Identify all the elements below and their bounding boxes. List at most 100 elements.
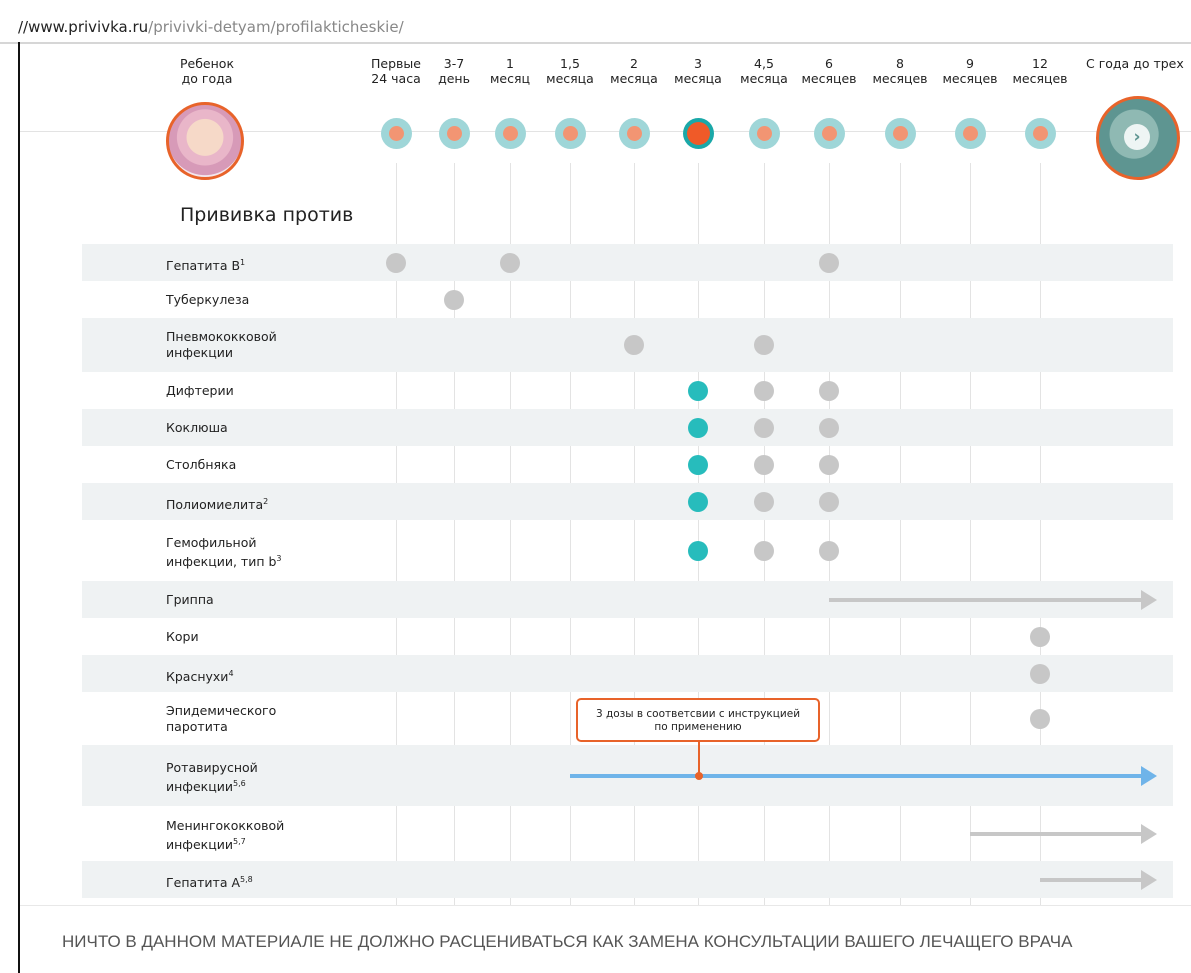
age-column-header[interactable]: 2 месяца (604, 56, 664, 86)
age-column-header[interactable]: 3 месяца (668, 56, 728, 86)
vaccination-dot[interactable] (624, 335, 644, 355)
vaccination-dot[interactable] (754, 540, 774, 561)
age-unit: 24 часа (371, 71, 421, 86)
vaccine-label: Туберкулеза (166, 292, 249, 308)
age-unit: месяцев (872, 71, 928, 86)
chevron-right-icon[interactable]: › (1124, 124, 1150, 150)
age-value: 8 (896, 56, 904, 71)
age-column-header[interactable]: 3-7 день (424, 56, 484, 86)
vaccination-dot[interactable] (386, 252, 406, 273)
age-column-header[interactable]: 12 месяцев (1010, 56, 1070, 86)
age-selector-dot[interactable] (813, 118, 845, 149)
footnote-marker[interactable]: 1 (240, 258, 245, 267)
tooltip-pointer (698, 742, 700, 776)
age-selector-dot[interactable] (494, 118, 526, 149)
age-value: 12 (1032, 56, 1048, 71)
age-selector-dot[interactable] (748, 118, 780, 149)
vaccine-name-text: Полиомиелита (166, 496, 264, 512)
vaccination-dot[interactable] (754, 417, 774, 438)
footer-divider (20, 905, 1191, 906)
age-selector-dot[interactable] (438, 118, 470, 149)
age-value: 3-7 (443, 56, 465, 71)
vaccination-dot[interactable] (819, 491, 839, 512)
vaccination-dot[interactable] (754, 380, 774, 401)
vaccination-dot-current[interactable] (688, 454, 708, 475)
age-value: 9 (966, 56, 974, 71)
vaccination-dot[interactable] (1030, 708, 1050, 729)
arrow-right-icon (1141, 765, 1157, 786)
vaccine-name-text: инфекции (166, 345, 233, 360)
vaccine-name-text: Дифтерии (166, 382, 234, 398)
vaccine-label-line: Краснухи4 (166, 666, 234, 685)
vaccine-label-line: Менингококковой (166, 818, 284, 834)
vaccination-dot[interactable] (754, 491, 774, 512)
vaccine-label: Ротавирусной инфекции5,6 (166, 760, 258, 795)
vaccination-dot[interactable] (1030, 626, 1050, 647)
vaccination-dot-current[interactable] (688, 380, 708, 401)
next-age-label[interactable]: С года до трех (1086, 56, 1191, 71)
vaccine-label-line: Гриппа (166, 592, 214, 608)
vaccination-dot-current[interactable] (688, 417, 708, 438)
age-column-header[interactable]: 1,5 месяца (540, 56, 600, 86)
vaccination-dot[interactable] (819, 252, 839, 273)
page: //www.privivka.ru/privivki-detyam/profil… (0, 0, 1191, 973)
vaccination-dot[interactable] (754, 335, 774, 355)
vaccination-dot-current[interactable] (688, 540, 708, 561)
age-selector-dot[interactable] (1024, 118, 1056, 149)
vaccine-name-text: Гепатита А (166, 874, 241, 890)
vaccine-label-line: Дифтерии (166, 383, 234, 399)
vaccine-name-text: Ротавирусной (166, 759, 258, 775)
vaccination-dot[interactable] (819, 380, 839, 401)
footnote-marker[interactable]: 5,8 (240, 875, 253, 884)
url-text[interactable]: //www.privivka.ru/privivki-detyam/profil… (18, 18, 404, 36)
age-selector-dot[interactable] (380, 118, 412, 149)
vaccine-label: Пневмококковой инфекции (166, 329, 277, 361)
age-column-header[interactable]: 8 месяцев (870, 56, 930, 86)
vaccination-dot-current[interactable] (688, 491, 708, 512)
vaccination-dot[interactable] (444, 289, 464, 310)
footnote-marker[interactable]: 4 (228, 669, 233, 678)
age-selector-dot[interactable] (554, 118, 586, 149)
vaccination-dot[interactable] (819, 540, 839, 561)
footnote-marker[interactable]: 5,6 (233, 779, 246, 788)
age-value: 6 (825, 56, 833, 71)
vaccine-label-line: Гемофильной (166, 535, 282, 551)
age-column-header[interactable]: 6 месяцев (799, 56, 859, 86)
child-label-line1: Ребенок (180, 56, 234, 71)
vaccine-label: Менингококковой инфекции5,7 (166, 818, 284, 853)
vaccination-dot[interactable] (819, 454, 839, 475)
vaccine-label: Гепатита А5,8 (166, 872, 253, 891)
vaccine-label-line: Гепатита А5,8 (166, 872, 253, 891)
footnote-marker[interactable]: 2 (263, 497, 268, 506)
footnote-marker[interactable]: 3 (276, 554, 281, 563)
vaccine-label-line: Ротавирусной (166, 760, 258, 776)
arrow-right-icon (1141, 869, 1157, 890)
vaccine-row (82, 618, 1173, 655)
age-column-header[interactable]: 4,5 месяца (734, 56, 794, 86)
age-column-header[interactable]: 1 месяц (480, 56, 540, 86)
vaccine-row (82, 446, 1173, 483)
age-selector-dot[interactable] (884, 118, 916, 149)
vaccine-name-text: Гриппа (166, 591, 214, 607)
vaccination-dot[interactable] (754, 454, 774, 475)
tooltip-line2: по применению (654, 721, 742, 733)
age-column-header[interactable]: Первые 24 часа (366, 56, 426, 86)
vaccine-name-text: Краснухи (166, 668, 229, 684)
age-selector-dot[interactable] (954, 118, 986, 149)
age-column-header[interactable]: 9 месяцев (940, 56, 1000, 86)
age-unit: день (438, 71, 470, 86)
rotavirus-tooltip: 3 дозы в соответсвии с инструкцией по пр… (576, 698, 820, 742)
vaccination-dot[interactable] (1030, 663, 1050, 684)
vaccination-dot[interactable] (819, 417, 839, 438)
vaccine-row (82, 655, 1173, 692)
url-path: /privivki-detyam/profilakticheskie/ (148, 18, 404, 36)
vaccine-name-text: Коклюша (166, 419, 228, 435)
age-unit: месяца (740, 71, 788, 86)
vaccination-dot[interactable] (500, 252, 520, 273)
age-selector-dot-active[interactable] (682, 118, 714, 149)
age-unit: месяцев (1012, 71, 1068, 86)
age-selector-dot[interactable] (618, 118, 650, 149)
footnote-marker[interactable]: 5,7 (233, 837, 246, 846)
window-border (18, 42, 20, 973)
vaccine-label-line: Коклюша (166, 420, 228, 436)
